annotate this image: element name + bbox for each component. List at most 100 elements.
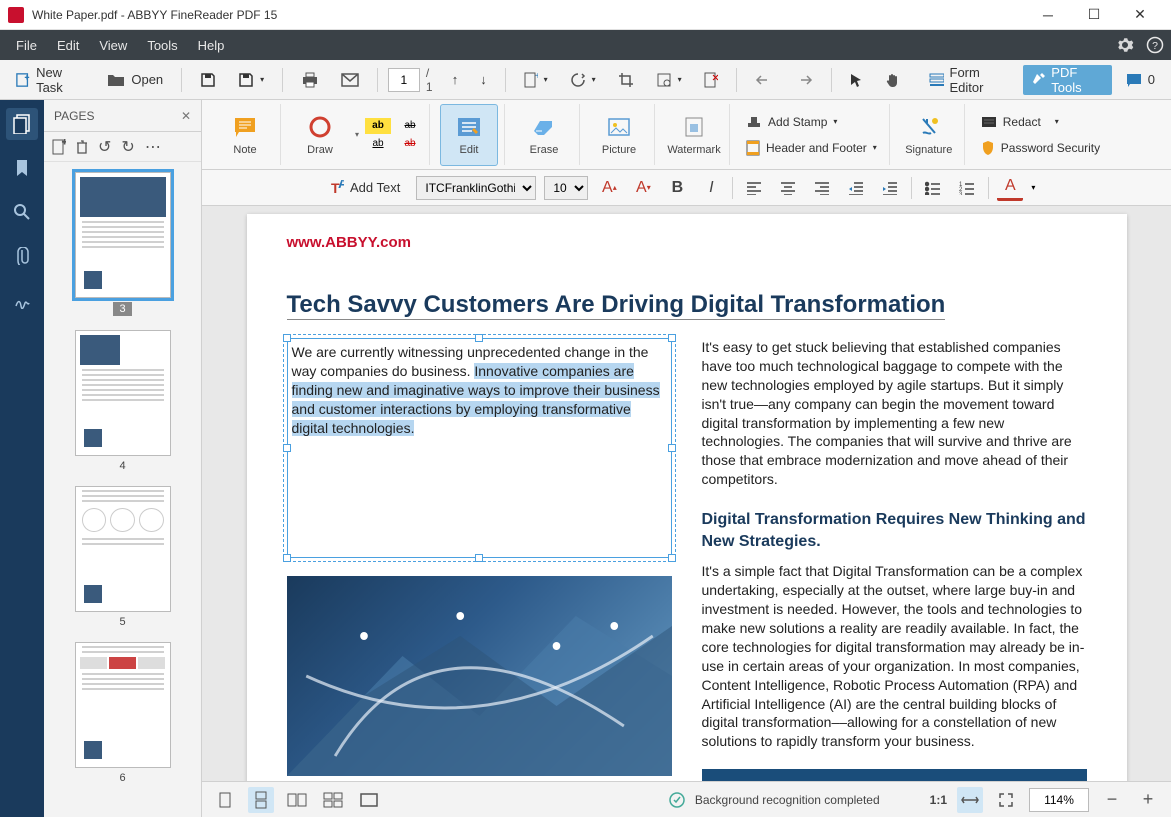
delete-page-button[interactable] bbox=[696, 65, 726, 95]
thumbnails-list[interactable]: 3 4 5 6 bbox=[44, 162, 201, 817]
resize-handle[interactable] bbox=[475, 554, 483, 562]
menu-view[interactable]: View bbox=[89, 30, 137, 60]
resize-handle[interactable] bbox=[283, 444, 291, 452]
open-button[interactable]: Open bbox=[99, 65, 171, 95]
redo-button[interactable] bbox=[787, 65, 821, 95]
thumbnail[interactable]: 5 bbox=[73, 486, 173, 628]
continuous-view-icon[interactable] bbox=[248, 787, 274, 813]
menu-tools[interactable]: Tools bbox=[137, 30, 187, 60]
signature-button[interactable]: Signature bbox=[900, 104, 958, 166]
next-page-button[interactable]: ↓ bbox=[472, 65, 495, 95]
increase-indent-icon[interactable] bbox=[877, 175, 903, 201]
url-link[interactable]: www.ABBYY.com bbox=[287, 234, 1087, 251]
underline-button[interactable]: ab bbox=[365, 136, 391, 152]
note-button[interactable]: Note bbox=[216, 104, 274, 166]
form-editor-button[interactable]: Form Editor bbox=[921, 65, 1017, 95]
add-page-button[interactable]: +▾ bbox=[516, 65, 556, 95]
fit-page-icon[interactable] bbox=[993, 787, 1019, 813]
numbered-list-icon[interactable]: 123 bbox=[954, 175, 980, 201]
undo-button[interactable] bbox=[747, 65, 781, 95]
help-icon[interactable]: ? bbox=[1145, 35, 1165, 55]
zoom-in-button[interactable]: + bbox=[1135, 787, 1161, 813]
zoom-input[interactable] bbox=[1029, 788, 1089, 812]
comments-button[interactable]: 0 bbox=[1118, 65, 1163, 95]
menu-help[interactable]: Help bbox=[188, 30, 235, 60]
resize-handle[interactable] bbox=[283, 334, 291, 342]
document-viewport[interactable]: www.ABBYY.com Tech Savvy Customers Are D… bbox=[202, 206, 1171, 781]
erase-button[interactable]: Erase bbox=[515, 104, 573, 166]
resize-handle[interactable] bbox=[668, 554, 676, 562]
italic-button[interactable]: I bbox=[698, 175, 724, 201]
save-as-button[interactable]: ▾ bbox=[230, 65, 272, 95]
more-icon[interactable]: ⋯ bbox=[145, 137, 161, 157]
watermark-button[interactable]: Watermark bbox=[665, 104, 723, 166]
hand-tool[interactable] bbox=[877, 65, 909, 95]
rotate-right-icon[interactable]: ↻ bbox=[121, 137, 134, 157]
rail-bookmarks-icon[interactable] bbox=[6, 152, 38, 184]
menu-file[interactable]: File bbox=[6, 30, 47, 60]
bold-button[interactable]: B bbox=[664, 175, 690, 201]
menu-edit[interactable]: Edit bbox=[47, 30, 89, 60]
redact-button[interactable]: Redact▾ bbox=[975, 110, 1106, 134]
prev-page-button[interactable]: ↑ bbox=[444, 65, 467, 95]
rotate-button[interactable]: ▾ bbox=[562, 65, 604, 95]
font-color-button[interactable]: A bbox=[997, 175, 1023, 201]
fit-width-icon[interactable] bbox=[957, 787, 983, 813]
thumbnail[interactable]: 3 bbox=[73, 172, 173, 316]
bullet-list-icon[interactable] bbox=[920, 175, 946, 201]
single-page-view-icon[interactable] bbox=[212, 787, 238, 813]
pages-panel-close-icon[interactable]: ✕ bbox=[181, 109, 191, 123]
draw-dropdown[interactable]: ▾ bbox=[355, 130, 359, 139]
align-left-icon[interactable] bbox=[741, 175, 767, 201]
add-text-button[interactable]: TAAdd Text bbox=[320, 173, 408, 203]
font-family-select[interactable]: ITCFranklinGothic bbox=[416, 176, 536, 200]
font-size-select[interactable]: 10 bbox=[544, 176, 588, 200]
rail-signature-icon[interactable] bbox=[6, 284, 38, 316]
increase-font-icon[interactable]: A▴ bbox=[596, 175, 622, 201]
add-page-icon[interactable]: + bbox=[52, 139, 66, 155]
rail-attachments-icon[interactable] bbox=[6, 240, 38, 272]
page-number-input[interactable] bbox=[388, 68, 420, 92]
delete-icon[interactable] bbox=[76, 140, 88, 154]
rail-pages-icon[interactable] bbox=[6, 108, 38, 140]
save-button[interactable] bbox=[192, 65, 224, 95]
decrease-indent-icon[interactable] bbox=[843, 175, 869, 201]
maximize-button[interactable]: ☐ bbox=[1071, 0, 1117, 30]
resize-handle[interactable] bbox=[668, 334, 676, 342]
resize-handle[interactable] bbox=[283, 554, 291, 562]
picture-button[interactable]: Picture bbox=[590, 104, 648, 166]
thumbnail[interactable]: 4 bbox=[73, 330, 173, 472]
print-button[interactable] bbox=[293, 65, 327, 95]
fullscreen-icon[interactable] bbox=[356, 787, 382, 813]
edit-button[interactable]: Edit bbox=[440, 104, 498, 166]
ocr-button[interactable]: ▾ bbox=[648, 65, 690, 95]
minimize-button[interactable]: ─ bbox=[1025, 0, 1071, 30]
zoom-out-button[interactable]: − bbox=[1099, 787, 1125, 813]
two-page-view-icon[interactable] bbox=[284, 787, 310, 813]
password-security-button[interactable]: Password Security bbox=[975, 136, 1106, 160]
rail-search-icon[interactable] bbox=[6, 196, 38, 228]
pointer-tool[interactable] bbox=[841, 65, 871, 95]
font-color-dropdown[interactable]: ▾ bbox=[1031, 183, 1035, 192]
decrease-font-icon[interactable]: A▾ bbox=[630, 175, 656, 201]
add-stamp-button[interactable]: Add Stamp▾ bbox=[740, 110, 883, 134]
resize-handle[interactable] bbox=[475, 334, 483, 342]
highlight-button[interactable]: ab bbox=[365, 118, 391, 134]
rotate-left-icon[interactable]: ↺ bbox=[98, 137, 111, 157]
thumbnail[interactable]: 6 bbox=[73, 642, 173, 784]
new-task-button[interactable]: New Task bbox=[8, 65, 93, 95]
pdf-tools-button[interactable]: PDF Tools bbox=[1023, 65, 1112, 95]
strikethrough-red-button[interactable]: ab bbox=[397, 136, 423, 152]
crop-button[interactable] bbox=[610, 65, 642, 95]
settings-icon[interactable] bbox=[1115, 35, 1135, 55]
email-button[interactable] bbox=[333, 65, 367, 95]
text-edit-box[interactable]: We are currently witnessing unprecedente… bbox=[287, 338, 672, 558]
close-button[interactable]: ✕ bbox=[1117, 0, 1163, 30]
align-center-icon[interactable] bbox=[775, 175, 801, 201]
two-page-continuous-icon[interactable] bbox=[320, 787, 346, 813]
draw-button[interactable]: Draw bbox=[291, 104, 349, 166]
resize-handle[interactable] bbox=[668, 444, 676, 452]
strikethrough-button[interactable]: ab bbox=[397, 118, 423, 134]
header-footer-button[interactable]: Header and Footer▾ bbox=[740, 136, 883, 160]
align-right-icon[interactable] bbox=[809, 175, 835, 201]
